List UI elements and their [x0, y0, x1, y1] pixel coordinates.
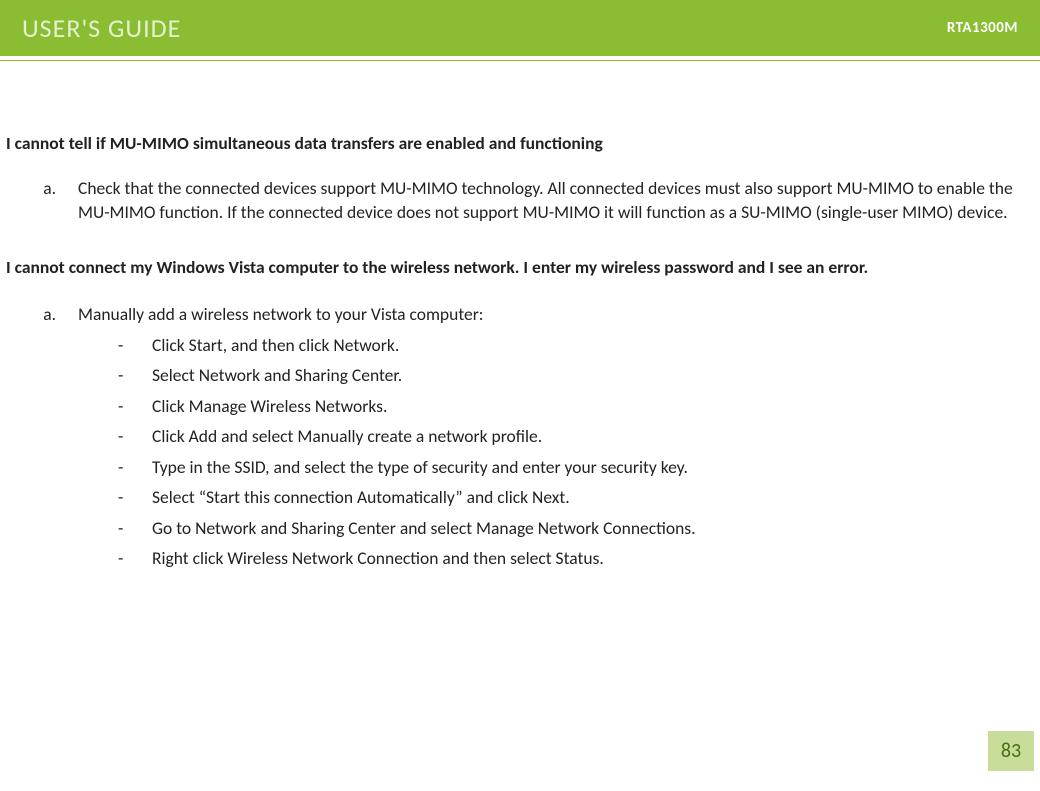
page-number: 83	[988, 731, 1034, 771]
faq2-step: Go to Network and Sharing Center and sel…	[118, 516, 1030, 541]
faq2-list: Manually add a wireless network to your …	[6, 302, 1030, 571]
faq2-item-a-intro: Manually add a wireless network to your …	[78, 303, 484, 325]
faq2-step: Select Network and Sharing Center.	[118, 363, 1030, 388]
faq-heading-1: I cannot tell if MU-MIMO simultaneous da…	[6, 131, 1030, 156]
faq2-steps: Click Start, and then click Network. Sel…	[78, 333, 1030, 571]
doc-body: I cannot tell if MU-MIMO simultaneous da…	[0, 61, 1040, 571]
faq2-step: Right click Wireless Network Connection …	[118, 546, 1030, 571]
faq2-step: Click Add and select Manually create a n…	[118, 424, 1030, 449]
faq2-item-a: Manually add a wireless network to your …	[60, 302, 1030, 571]
doc-model: RTA1300M	[947, 19, 1018, 37]
faq-heading-2: I cannot connect my Windows Vista comput…	[6, 253, 1030, 283]
faq2-step: Click Start, and then click Network.	[118, 333, 1030, 358]
faq1-item-a: Check that the connected devices support…	[60, 176, 1030, 225]
faq1-list: Check that the connected devices support…	[6, 176, 1030, 225]
faq2-step: Click Manage Wireless Networks.	[118, 394, 1030, 419]
faq2-step: Select “Start this connection Automatica…	[118, 485, 1030, 510]
doc-header: USER'S GUIDE RTA1300M	[0, 0, 1040, 56]
faq2-step: Type in the SSID, and select the type of…	[118, 455, 1030, 480]
doc-title: USER'S GUIDE	[22, 12, 181, 44]
